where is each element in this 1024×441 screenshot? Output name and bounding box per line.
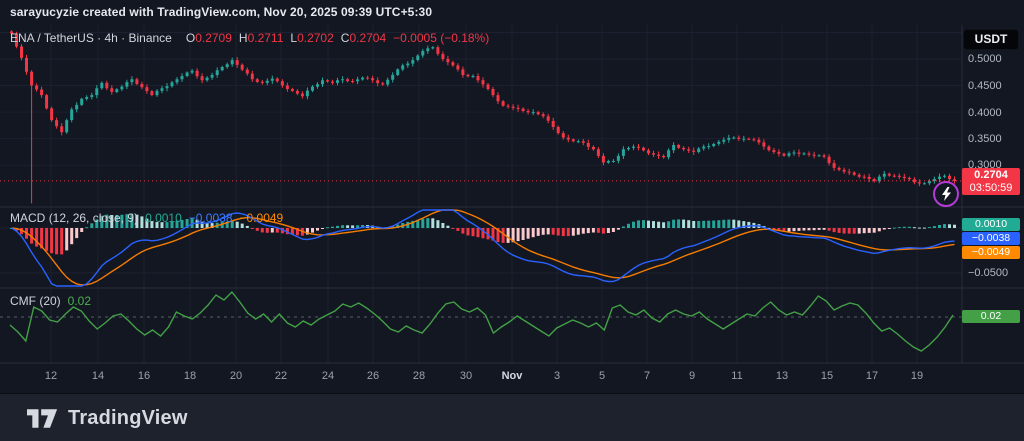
macd-axis-badge: 0.0010 bbox=[962, 218, 1020, 231]
last-price-value: 0.2704 bbox=[962, 169, 1020, 182]
time-axis-label: 22 bbox=[275, 370, 287, 382]
macd-axis-badge: −0.0038 bbox=[962, 232, 1020, 245]
time-axis-label: 16 bbox=[138, 370, 150, 382]
lightning-bolt-glyph bbox=[941, 187, 952, 201]
currency-toggle-button[interactable]: USDT bbox=[963, 29, 1019, 50]
time-axis-label: 20 bbox=[230, 370, 242, 382]
chart-canvas[interactable] bbox=[0, 25, 1024, 393]
macd-axis-gridline-label: −0.0500 bbox=[968, 267, 1008, 279]
time-axis-label: 19 bbox=[911, 370, 923, 382]
time-axis-label: 24 bbox=[322, 370, 334, 382]
tradingview-snapshot: sarayucyzie created with TradingView.com… bbox=[0, 0, 1024, 441]
macd-line-value: −0.0038 bbox=[189, 211, 233, 225]
time-axis-label: 5 bbox=[599, 370, 605, 382]
footer-bar: TradingView bbox=[0, 393, 1024, 441]
price-axis-label: 0.5000 bbox=[968, 53, 1022, 65]
time-axis-label: 11 bbox=[731, 370, 742, 382]
symbol-title: ENA / TetherUS · 4h · Binance bbox=[10, 31, 172, 45]
tradingview-brand[interactable]: TradingView bbox=[27, 407, 188, 430]
cmf-legend: CMF (20) 0.02 bbox=[10, 294, 91, 308]
time-axis-label: 7 bbox=[644, 370, 650, 382]
time-axis-label: Nov bbox=[502, 370, 523, 382]
macd-hist-value: 0.0010 bbox=[145, 211, 182, 225]
macd-axis-badge: −0.0049 bbox=[962, 246, 1020, 259]
cmf-axis-badge: 0.02 bbox=[962, 310, 1020, 323]
ohlc-high-label: H bbox=[239, 31, 248, 45]
time-axis-label: 3 bbox=[554, 370, 560, 382]
brand-text: TradingView bbox=[68, 407, 188, 430]
last-price-badge: 0.2704 03:50:59 bbox=[962, 168, 1020, 195]
time-axis-label: 18 bbox=[184, 370, 196, 382]
time-axis[interactable]: 12 14 16 18 20 22 24 26 28 30 Nov 3 5 7 9 11 13 15 17 19 bbox=[0, 366, 962, 388]
price-axis-label: 0.3500 bbox=[968, 133, 1022, 145]
time-axis-label: 13 bbox=[776, 370, 788, 382]
tradingview-logo-icon bbox=[27, 408, 58, 429]
price-axis-label: 0.4000 bbox=[968, 107, 1022, 119]
time-axis-label: 17 bbox=[866, 370, 878, 382]
ohlc-open-label: O bbox=[186, 31, 195, 45]
time-axis-label: 30 bbox=[460, 370, 472, 382]
time-axis-label: 26 bbox=[367, 370, 379, 382]
macd-signal-value: −0.0049 bbox=[240, 211, 284, 225]
ohlc-close-value: 0.2704 bbox=[349, 31, 386, 45]
cmf-title: CMF (20) bbox=[10, 294, 61, 308]
change-value: −0.0005 (−0.18%) bbox=[393, 31, 489, 45]
lightning-icon[interactable] bbox=[933, 181, 959, 207]
time-axis-label: 14 bbox=[92, 370, 104, 382]
macd-params: (12, 26, close, 9) bbox=[49, 211, 138, 225]
time-axis-label: 12 bbox=[45, 370, 57, 382]
candles-layer bbox=[10, 30, 956, 203]
grid-layer bbox=[0, 25, 962, 363]
symbol-legend: ENA / TetherUS · 4h · BinanceO0.2709H0.2… bbox=[10, 31, 489, 45]
macd-title: MACD bbox=[10, 211, 45, 225]
time-axis-label: 28 bbox=[413, 370, 425, 382]
ohlc-open-value: 0.2709 bbox=[195, 31, 232, 45]
macd-legend: MACD (12, 26, close, 9) 0.0010 −0.0038 −0.0… bbox=[10, 211, 283, 225]
time-axis-label: 15 bbox=[821, 370, 833, 382]
time-axis-label: 9 bbox=[689, 370, 695, 382]
cmf-value: 0.02 bbox=[68, 294, 91, 308]
bar-countdown: 03:50:59 bbox=[962, 182, 1020, 195]
attribution-text: sarayucyzie created with TradingView.com… bbox=[10, 5, 432, 19]
ohlc-high-value: 0.2711 bbox=[248, 31, 284, 45]
ohlc-low-value: 0.2702 bbox=[297, 31, 334, 45]
price-axis-label: 0.4500 bbox=[968, 80, 1022, 92]
